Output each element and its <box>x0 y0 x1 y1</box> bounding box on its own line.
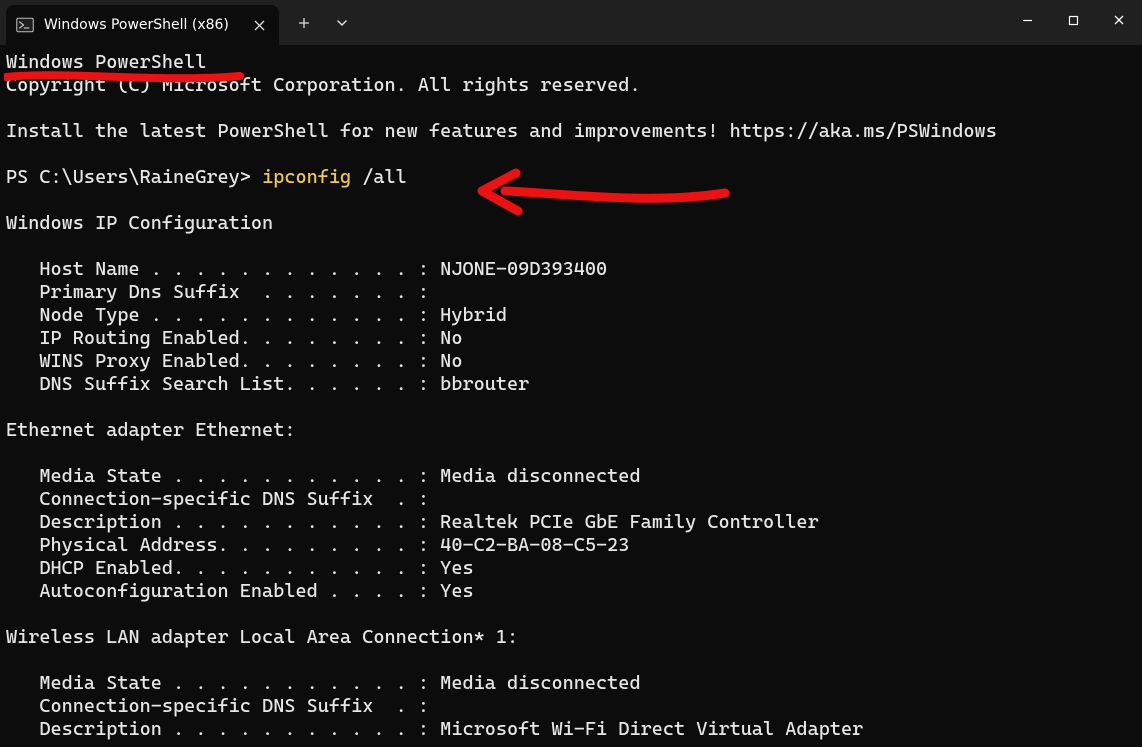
new-tab-button[interactable] <box>285 0 323 45</box>
ipconfig-line: Primary Dns Suffix . . . . . . . : <box>6 281 429 303</box>
prompt-prefix: PS C:\Users\RaineGrey> <box>6 166 262 188</box>
adapter2-title: Wireless LAN adapter Local Area Connecti… <box>6 626 518 648</box>
adapter1-line: Physical Address. . . . . . . . . : 40-C… <box>6 534 629 556</box>
command-name: ipconfig <box>262 166 351 188</box>
terminal-output: Windows PowerShell Copyright (C) Microso… <box>6 51 1136 741</box>
window-controls <box>1004 0 1142 40</box>
ps-header-1: Windows PowerShell <box>6 51 206 73</box>
terminal-viewport[interactable]: Windows PowerShell Copyright (C) Microso… <box>0 45 1142 747</box>
ipconfig-line: IP Routing Enabled. . . . . . . . : No <box>6 327 462 349</box>
ps-header-2: Copyright (C) Microsoft Corporation. All… <box>6 74 641 96</box>
minimize-button[interactable] <box>1004 0 1050 40</box>
adapter1-line: Connection-specific DNS Suffix . : <box>6 488 429 510</box>
tab-close-button[interactable] <box>251 16 269 34</box>
powershell-icon <box>16 16 34 34</box>
adapter1-line: Description . . . . . . . . . . . : Real… <box>6 511 819 533</box>
close-window-button[interactable] <box>1096 0 1142 40</box>
title-bar: Windows PowerShell (x86) <box>0 0 1142 45</box>
adapter1-line: Media State . . . . . . . . . . . : Medi… <box>6 465 641 487</box>
tab-title: Windows PowerShell (x86) <box>44 17 229 33</box>
install-message: Install the latest PowerShell for new fe… <box>6 120 997 142</box>
ipconfig-line: Host Name . . . . . . . . . . . . : NJON… <box>6 258 607 280</box>
adapter1-title: Ethernet adapter Ethernet: <box>6 419 295 441</box>
adapter2-line: Description . . . . . . . . . . . : Micr… <box>6 718 863 740</box>
terminal-tab[interactable]: Windows PowerShell (x86) <box>6 5 279 45</box>
adapter2-line: Connection-specific DNS Suffix . : <box>6 695 429 717</box>
adapter1-line: DHCP Enabled. . . . . . . . . . . : Yes <box>6 557 474 579</box>
command-args: /all <box>351 166 407 188</box>
ipconfig-line: WINS Proxy Enabled. . . . . . . . : No <box>6 350 462 372</box>
tab-dropdown-button[interactable] <box>323 0 361 45</box>
ipconfig-line: Node Type . . . . . . . . . . . . : Hybr… <box>6 304 507 326</box>
adapter2-line: Media State . . . . . . . . . . . : Medi… <box>6 672 641 694</box>
ipconfig-line: DNS Suffix Search List. . . . . . : bbro… <box>6 373 529 395</box>
ipconfig-title: Windows IP Configuration <box>6 212 273 234</box>
adapter1-line: Autoconfiguration Enabled . . . . : Yes <box>6 580 474 602</box>
maximize-button[interactable] <box>1050 0 1096 40</box>
